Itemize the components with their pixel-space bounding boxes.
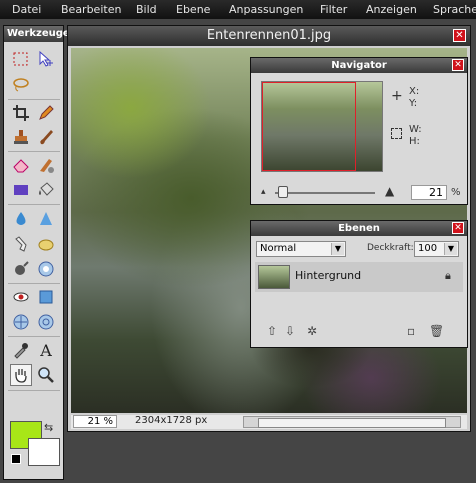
h-label: H: [409,136,420,147]
eraser-tool-icon[interactable] [10,154,32,176]
chevron-down-icon: ▼ [444,243,457,255]
smudge-tool-icon[interactable] [35,154,57,176]
zoom-slider-track[interactable] [275,192,375,194]
water-drop-icon[interactable] [10,208,32,230]
opacity-label: Deckkraft: [367,243,414,253]
navigator-viewport-rect[interactable] [262,82,356,171]
menu-anzeigen[interactable]: Anzeigen [366,3,417,16]
menu-sprache[interactable]: Sprache [433,3,476,16]
move-layer-up-icon[interactable]: ⇧ [267,324,281,338]
image-dimensions: 2304x1728 px [135,415,208,426]
navigator-panel: Navigator ✕ + X: Y: W: H: ▴ ▲ 21 % [250,57,468,205]
swap-colors-icon[interactable]: ⇆ [44,421,53,434]
zoom-in-icon[interactable]: ▲ [385,184,394,198]
text-tool-icon[interactable]: A [35,339,57,361]
menu-filter[interactable]: Filter [320,3,347,16]
tools-panel: Werkzeuge A ⇆ [3,25,70,480]
close-layers-icon[interactable]: ✕ [452,222,464,234]
close-image-icon[interactable]: ✕ [453,29,466,42]
x-label: X: [409,86,420,97]
close-navigator-icon[interactable]: ✕ [452,59,464,71]
layer-name: Hintergrund [295,269,362,282]
opacity-value: 100 [418,243,438,254]
chevron-down-icon: ▼ [331,243,344,255]
blend-mode-value: Normal [260,243,297,254]
new-layer-icon[interactable]: ▫ [407,324,421,338]
layer-styles-icon[interactable]: ✲ [307,324,321,338]
crop-tool-icon[interactable] [10,102,32,124]
layer-thumbnail [258,265,290,289]
bloat-tool-icon[interactable] [35,258,57,280]
zoom-out-icon[interactable]: ▴ [261,187,266,197]
menu-bearbeiten[interactable]: Bearbeiten [61,3,121,16]
layers-title: Ebenen [251,221,467,236]
pinch-tool-icon[interactable] [10,311,32,333]
zoom-input[interactable]: 21 [411,185,447,200]
y-label: Y: [409,98,418,109]
menu-ebene[interactable]: Ebene [176,3,210,16]
blend-mode-select[interactable]: Normal ▼ [256,241,346,257]
stamp-tool-icon[interactable] [10,126,32,148]
menu-datei[interactable]: Datei [12,3,41,16]
marquee-tool-icon[interactable] [10,48,32,70]
pencil-tool-icon[interactable] [35,102,57,124]
reset-colors-icon[interactable] [11,454,21,464]
red-eye-icon[interactable] [10,286,32,308]
scrollbar-thumb[interactable] [258,418,446,428]
zoom-field[interactable]: 21 % [73,415,117,428]
sharpen-tool-icon[interactable] [35,208,57,230]
finger-tool-icon[interactable] [10,233,32,255]
brush-tool-icon[interactable] [35,126,57,148]
move-layer-down-icon[interactable]: ⇩ [285,324,299,338]
status-bar: 21 % 2304x1728 px [71,415,467,429]
eyedropper-icon[interactable] [10,339,32,361]
layer-row[interactable]: Hintergrund 🔒︎ [255,262,463,292]
tools-panel-title: Werkzeuge [4,26,70,42]
paint-bucket-icon[interactable] [35,179,57,201]
sponge-tool-icon[interactable] [35,233,57,255]
navigator-title: Navigator [251,58,467,73]
layers-footer: ⇧ ⇩ ✲ ▫ 🗑︎ [255,321,463,343]
zoom-tool-icon[interactable] [35,364,57,386]
menu-bar: Datei Bearbeiten Bild Ebene Anpassungen … [0,0,476,19]
shape-tool-icon[interactable] [35,286,57,308]
menu-anpassungen[interactable]: Anpassungen [229,3,303,16]
selection-size-icon [391,128,402,139]
rect-fill-tool-icon[interactable] [10,179,32,201]
delete-layer-icon[interactable]: 🗑︎ [429,324,444,338]
hand-tool-icon[interactable] [10,364,32,386]
opacity-select[interactable]: 100 ▼ [414,241,459,257]
spherize-tool-icon[interactable] [35,311,57,333]
navigator-thumbnail[interactable] [261,81,383,172]
background-color-swatch[interactable] [28,438,60,466]
w-label: W: [409,124,422,135]
horizontal-scrollbar[interactable] [243,416,461,428]
image-window-title: Entenrennen01.jpg [68,26,470,46]
move-tool-icon[interactable] [35,48,57,70]
menu-bild[interactable]: Bild [136,3,157,16]
layers-panel: Ebenen ✕ Normal ▼ Deckkraft: 100 ▼ Hinte… [250,220,468,348]
crosshair-icon: + [391,88,403,104]
lasso-tool-icon[interactable] [10,74,32,96]
zoom-percent-label: % [451,187,461,198]
zoom-slider-thumb[interactable] [278,186,288,198]
lock-icon: 🔒︎ [445,269,451,282]
burn-tool-icon[interactable] [10,258,32,280]
